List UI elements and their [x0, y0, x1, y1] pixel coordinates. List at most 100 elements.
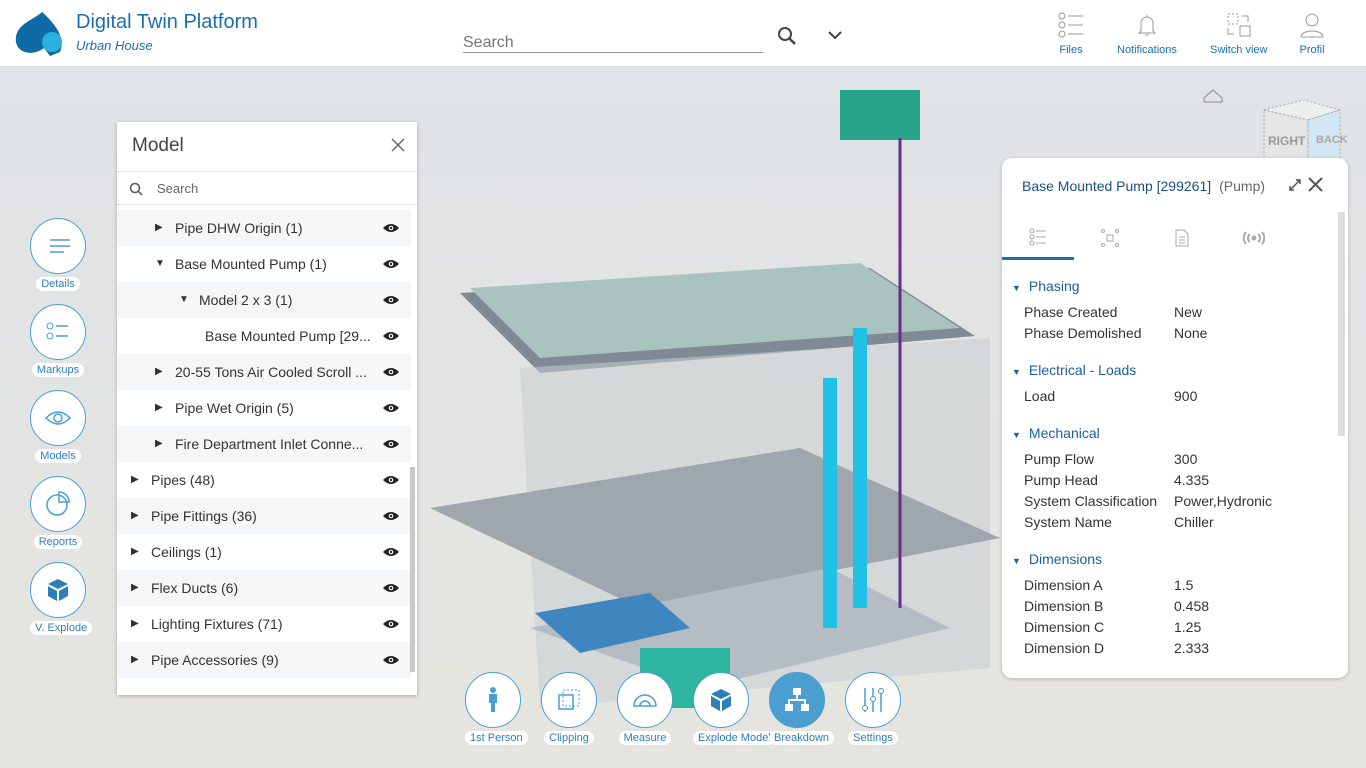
tree-item[interactable]: ▶ Fire Department Inlet Conne...	[117, 426, 411, 462]
properties-panel: Base Mounted Pump [299261] (Pump) Phasing…	[1002, 158, 1348, 678]
properties-title: Base Mounted Pump [299261] (Pump)	[1022, 178, 1265, 194]
tree-item[interactable]: ▶ Pipe Wet Origin (5)	[117, 390, 411, 426]
property-row: Phase Created New	[1024, 304, 1202, 320]
1st-person-button[interactable]: 1st Person	[465, 672, 528, 746]
visibility-eye-icon[interactable]	[383, 259, 399, 269]
eye-icon	[44, 411, 72, 425]
caret-right-icon[interactable]: ▶	[131, 570, 139, 606]
visibility-eye-icon[interactable]	[383, 475, 399, 485]
model-panel-title: Model	[132, 135, 184, 156]
section-mechanical[interactable]: Mechanical	[1012, 425, 1100, 441]
property-value: 300	[1174, 451, 1198, 467]
visibility-eye-icon[interactable]	[383, 295, 399, 305]
visibility-eye-icon[interactable]	[383, 655, 399, 665]
view-cube-icon	[1263, 99, 1342, 161]
details-button[interactable]: Details	[30, 218, 86, 292]
v-explode-button[interactable]: V. Explode	[30, 562, 93, 636]
property-name: Dimension D	[1024, 640, 1105, 656]
property-value: 2.333	[1174, 640, 1210, 656]
section-phasing[interactable]: Phasing	[1012, 278, 1080, 294]
measure-button[interactable]: Measure	[617, 672, 673, 746]
network-icon	[1101, 229, 1119, 247]
property-value: New	[1174, 304, 1203, 320]
chevron-down-icon[interactable]	[828, 30, 842, 40]
visibility-eye-icon[interactable]	[383, 331, 399, 341]
caret-right-icon[interactable]: ▶	[155, 354, 163, 390]
caret-right-icon[interactable]: ▶	[131, 642, 139, 678]
notifications-button[interactable]: Notifications	[1117, 12, 1177, 56]
bell-icon	[1137, 15, 1157, 36]
caret-right-icon[interactable]: ▶	[155, 426, 163, 462]
section-dimensions[interactable]: Dimensions	[1012, 551, 1102, 567]
search-input[interactable]	[463, 34, 763, 53]
property-name: System Name	[1024, 514, 1112, 530]
explode-model-button[interactable]: Explode Model	[693, 672, 776, 746]
switch-view-button[interactable]: Switch view	[1210, 12, 1267, 56]
close-icon[interactable]	[391, 138, 405, 152]
caret-right-icon[interactable]: ▶	[155, 390, 163, 426]
tab-iot[interactable]	[1218, 216, 1290, 260]
close-icon[interactable]	[1308, 177, 1323, 192]
expand-icon[interactable]	[1288, 178, 1302, 192]
tree-item[interactable]: ▶ Pipe DHW Origin (1)	[117, 210, 411, 246]
markups-circle	[30, 304, 86, 360]
tree-item[interactable]: ▼ Base Mounted Pump (1)	[117, 246, 411, 282]
property-row: Pump Flow 300	[1024, 451, 1197, 467]
settings-button[interactable]: Settings	[845, 672, 901, 746]
tab-network[interactable]	[1074, 216, 1146, 260]
breakdown-button[interactable]: Breakdown	[769, 672, 835, 746]
project-name: Urban House	[76, 38, 153, 53]
caret-right-icon[interactable]: ▶	[131, 606, 139, 642]
clipping-button[interactable]: Clipping	[541, 672, 597, 746]
caret-right-icon[interactable]: ▶	[131, 462, 139, 498]
caret-right-icon[interactable]: ▶	[155, 210, 163, 246]
tree-item-label: Ceilings (1)	[151, 544, 222, 560]
tree-item[interactable]: ▶ Pipe Fittings (36)	[117, 498, 411, 534]
measure-label: Measure	[618, 731, 672, 745]
visibility-eye-icon[interactable]	[383, 403, 399, 413]
model-search-input[interactable]: Search	[117, 171, 417, 205]
caret-right-icon[interactable]: ▶	[131, 498, 139, 534]
property-value: 1.25	[1174, 619, 1202, 635]
property-name: Load	[1024, 388, 1056, 404]
visibility-eye-icon[interactable]	[383, 583, 399, 593]
tree-item-label: Model 2 x 3 (1)	[199, 292, 293, 308]
breakdown-label: Breakdown	[769, 731, 835, 745]
property-value: 900	[1174, 388, 1198, 404]
scrollbar[interactable]	[1338, 212, 1345, 436]
visibility-eye-icon[interactable]	[383, 367, 399, 377]
tab-properties[interactable]	[1002, 216, 1074, 260]
visibility-eye-icon[interactable]	[383, 547, 399, 557]
tree-item[interactable]: ▶ Pipe Accessories (9)	[117, 642, 411, 678]
tree-item[interactable]: ▶ Pipes (48)	[117, 462, 411, 498]
models-button[interactable]: Models	[30, 390, 86, 464]
tab-document[interactable]	[1146, 216, 1218, 260]
view-cube[interactable]: RIGHT BACK	[1262, 99, 1348, 165]
property-row: Dimension C 1.25	[1024, 619, 1201, 635]
cube-back-label: BACK	[1316, 134, 1348, 146]
section-electrical-loads[interactable]: Electrical - Loads	[1012, 362, 1136, 378]
visibility-eye-icon[interactable]	[383, 223, 399, 233]
property-name: Phase Created	[1024, 304, 1118, 320]
scrollbar[interactable]	[410, 467, 415, 672]
markups-button[interactable]: Markups	[30, 304, 86, 378]
files-button[interactable]: Files	[1058, 12, 1084, 56]
search-placeholder: Search	[157, 181, 199, 196]
reports-button[interactable]: Reports	[30, 476, 86, 550]
tree-item[interactable]: Base Mounted Pump [29...	[117, 318, 411, 354]
tree-item[interactable]: ▶ Flex Ducts (6)	[117, 570, 411, 606]
caret-down-icon[interactable]: ▼	[179, 282, 189, 318]
search-icon[interactable]	[777, 26, 797, 46]
tree-item[interactable]: ▶ 20-55 Tons Air Cooled Scroll ...	[117, 354, 411, 390]
profile-button[interactable]: Profil	[1299, 12, 1325, 56]
caret-right-icon[interactable]: ▶	[131, 534, 139, 570]
tree-item-label: Flex Ducts (6)	[151, 580, 239, 596]
visibility-eye-icon[interactable]	[383, 619, 399, 629]
caret-down-icon[interactable]: ▼	[155, 246, 165, 282]
tree-item[interactable]: ▶ Ceilings (1)	[117, 534, 411, 570]
tree-item[interactable]: ▶ Lighting Fixtures (71)	[117, 606, 411, 642]
tree-item[interactable]: ▼ Model 2 x 3 (1)	[117, 282, 411, 318]
visibility-eye-icon[interactable]	[383, 439, 399, 449]
model-tree: ▶ Pipe DHW Origin (1) ▼ Base Mounted Pump (…	[117, 210, 411, 678]
visibility-eye-icon[interactable]	[383, 511, 399, 521]
